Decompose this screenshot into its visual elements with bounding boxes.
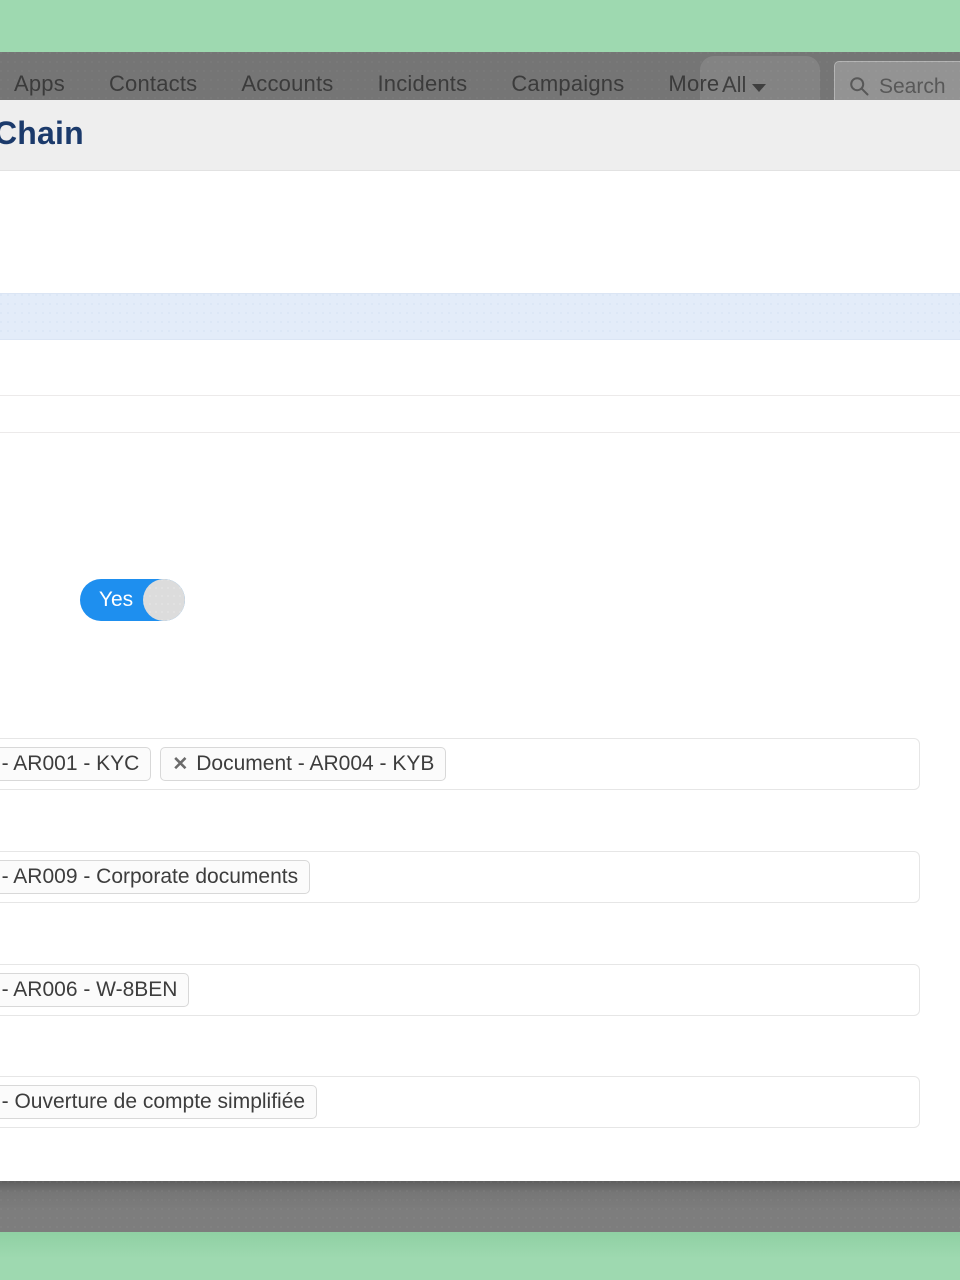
backdrop-top [0, 0, 960, 52]
chip-item[interactable]: ✕ cument - Ouverture de compte simplifié… [0, 1085, 317, 1119]
multiselect-rules-2[interactable]: ✕ cument - AR009 - Corporate documents [0, 851, 920, 903]
chip-item[interactable]: ✕ cument - AR009 - Corporate documents [0, 860, 310, 894]
global-nav-bar: Apps Contacts Accounts Incidents Campaig… [0, 52, 960, 100]
app-window: Apps Contacts Accounts Incidents Campaig… [0, 52, 960, 1232]
page-title: Chain [0, 115, 84, 152]
search-icon [849, 76, 869, 96]
record-detail-body: Chain riggered Per Step Yes al Rules ✕ c… [0, 172, 960, 1181]
chip-item[interactable]: ✕ cument - AR006 - W-8BEN [0, 973, 189, 1007]
app-footer-bar [0, 1181, 960, 1232]
page-header: Chain [0, 100, 960, 171]
section-header-band: Chain [0, 293, 960, 340]
per-step-toggle-label: Yes [80, 579, 152, 621]
toggle-knob[interactable] [143, 579, 185, 621]
field-row-triggered: riggered [0, 341, 960, 396]
field-row-spacer-1 [0, 396, 960, 433]
field-row-per-step: Per Step Yes [0, 574, 960, 634]
nav-item-incidents[interactable]: Incidents [355, 69, 489, 100]
chip-item[interactable]: ✕ cument - AR001 - KYC [0, 747, 151, 781]
multiselect-rules-4[interactable]: ✕ cument - Ouverture de compte simplifié… [0, 1076, 920, 1128]
scope-selector[interactable]: All [722, 52, 766, 100]
close-icon[interactable]: ✕ [172, 755, 188, 774]
nav-item-apps[interactable]: Apps [0, 69, 87, 100]
chevron-down-icon [752, 84, 766, 92]
per-step-toggle[interactable]: Yes [80, 579, 185, 621]
chip-label: cument - AR006 - W-8BEN [0, 978, 177, 1002]
nav-item-contacts[interactable]: Contacts [87, 69, 219, 100]
chip-label: cument - AR009 - Corporate documents [0, 865, 298, 889]
nav-items-list: Apps Contacts Accounts Incidents Campaig… [0, 52, 741, 100]
search-input[interactable]: Search [879, 76, 946, 98]
chip-label: Document - AR004 - KYB [196, 752, 434, 776]
field-row-spacer-2 [0, 433, 960, 553]
nav-item-campaigns[interactable]: Campaigns [489, 69, 646, 100]
multiselect-rules-3[interactable]: ✕ cument - AR006 - W-8BEN [0, 964, 920, 1016]
chip-label: cument - Ouverture de compte simplifiée [0, 1090, 305, 1114]
chip-label: cument - AR001 - KYC [0, 752, 139, 776]
search-box[interactable]: Search [834, 61, 960, 100]
scope-selector-label: All [722, 70, 746, 100]
nav-item-accounts[interactable]: Accounts [219, 69, 355, 100]
multiselect-rules-1[interactable]: ✕ cument - AR001 - KYC ✕ Document - AR00… [0, 738, 920, 790]
backdrop-bottom [0, 1232, 960, 1280]
chip-item[interactable]: ✕ Document - AR004 - KYB [160, 747, 446, 781]
